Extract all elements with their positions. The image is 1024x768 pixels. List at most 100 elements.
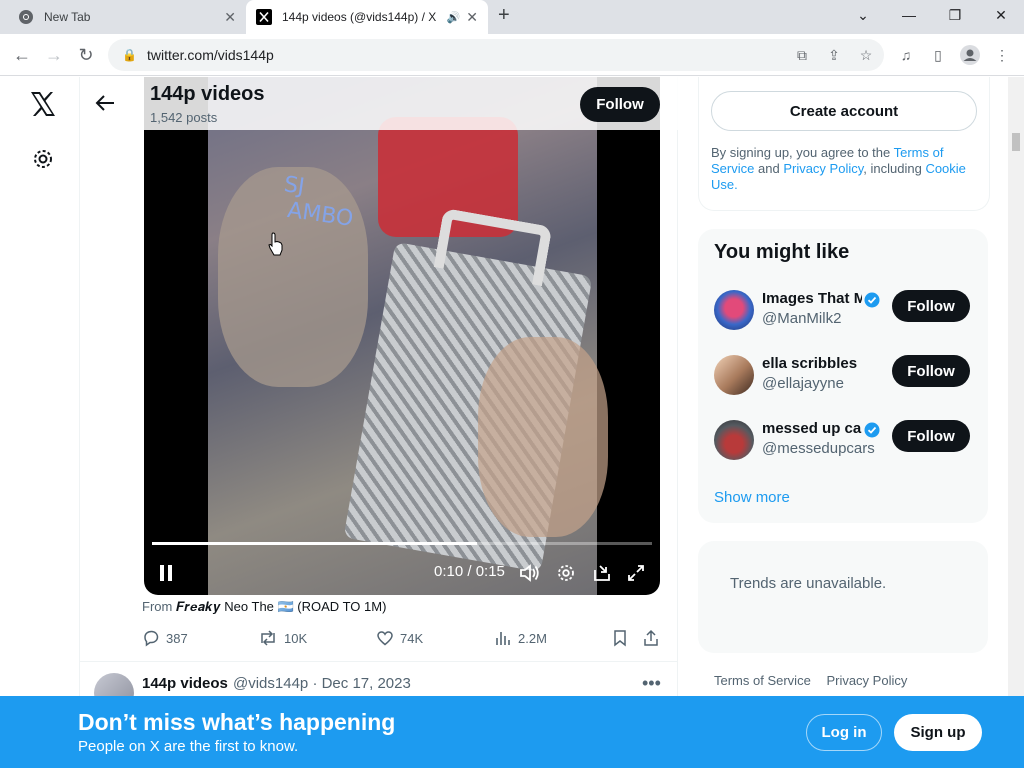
post-action-bar: 387 10K 74K 2.2M <box>142 629 662 649</box>
post-divider <box>80 661 678 662</box>
footer-privacy-link[interactable]: Privacy Policy <box>826 673 907 688</box>
back-arrow-icon[interactable]: ← <box>10 43 34 67</box>
suggested-user-name[interactable]: Images That M <box>762 290 862 307</box>
open-in-app-icon[interactable]: ⧉ <box>792 45 812 65</box>
banner-subtitle: People on X are the first to know. <box>78 738 299 755</box>
post-count: 1,542 posts <box>150 110 218 125</box>
x-logo-icon[interactable] <box>28 89 58 119</box>
close-window-button[interactable]: ✕ <box>978 0 1024 30</box>
suggested-user-name[interactable]: ella scribbles <box>762 355 872 372</box>
banner-title: Don’t miss what’s happening <box>78 709 396 735</box>
footer-terms-link[interactable]: Terms of Service <box>714 673 811 688</box>
repost-button[interactable]: 10K <box>258 629 307 647</box>
signup-button[interactable]: Sign up <box>894 714 982 751</box>
video-content-blur <box>478 337 608 537</box>
picture-in-picture-icon[interactable] <box>590 561 614 585</box>
right-sidebar: Create account By signing up, you agree … <box>678 77 1008 768</box>
trends-panel: Trends are unavailable. <box>698 541 988 653</box>
profile-header: 144p videos 1,542 posts Follow <box>80 77 678 130</box>
bookmark-button[interactable] <box>612 629 634 647</box>
views-button[interactable]: 2.2M <box>494 629 547 647</box>
video-player[interactable]: SJ AMBO 0:10 / 0:15 <box>144 77 660 595</box>
profile-avatar-icon[interactable] <box>960 45 980 65</box>
tab-title: 144p videos (@vids144p) / X <box>282 10 437 24</box>
suggested-user-name[interactable]: messed up ca <box>762 420 862 437</box>
suggested-user[interactable]: Images That M @ManMilk2 Follow <box>714 290 974 334</box>
page-scrollbar[interactable] <box>1008 77 1024 696</box>
video-source-attribution: From 𝑭𝒓𝒆𝒂𝒌𝒚 Neo The 🇦🇷 (ROAD TO 1M) <box>142 599 386 615</box>
post-author-name[interactable]: 144p videos <box>142 675 228 692</box>
signup-terms-text: By signing up, you agree to the Terms of… <box>711 145 979 193</box>
back-arrow-icon[interactable] <box>94 92 116 114</box>
from-source-link[interactable]: 𝑭𝒓𝒆𝒂𝒌𝒚 Neo The 🇦🇷 (ROAD TO 1M) <box>176 599 386 614</box>
close-tab-icon[interactable]: ✕ <box>466 9 478 26</box>
like-button[interactable]: 74K <box>376 629 423 647</box>
reply-icon <box>144 630 159 647</box>
follow-button[interactable]: Follow <box>892 355 970 387</box>
close-tab-icon[interactable]: ✕ <box>224 9 236 26</box>
more-options-icon[interactable]: ••• <box>642 673 661 694</box>
signup-card: Create account By signing up, you agree … <box>698 77 990 211</box>
suggested-user-handle: @messedupcars <box>762 440 875 457</box>
bookmark-icon <box>614 630 626 647</box>
bookmark-star-icon[interactable]: ☆ <box>856 45 876 65</box>
analytics-icon <box>496 632 510 645</box>
follow-button[interactable]: Follow <box>580 87 660 122</box>
reply-count: 387 <box>166 630 188 646</box>
video-content-blur: SJ AMBO <box>278 172 355 232</box>
new-tab-button[interactable]: + <box>498 4 510 27</box>
avatar[interactable] <box>714 290 754 330</box>
audio-playing-icon[interactable]: 🔊 <box>447 11 461 24</box>
avatar[interactable] <box>714 420 754 460</box>
share-icon <box>644 629 658 646</box>
pause-icon[interactable] <box>156 561 176 585</box>
verified-badge-icon <box>864 422 880 438</box>
video-settings-icon[interactable] <box>554 561 578 585</box>
suggested-user-handle: @ManMilk2 <box>762 310 842 327</box>
share-button[interactable] <box>642 629 666 647</box>
suggested-user[interactable]: ella scribbles @ellajayyne Follow <box>714 355 974 399</box>
left-navigation <box>0 77 80 768</box>
privacy-policy-link[interactable]: Privacy Policy <box>783 161 863 176</box>
suggested-user-handle: @ellajayyne <box>762 375 844 392</box>
media-controls-icon[interactable]: ♫ <box>896 45 916 65</box>
lock-icon[interactable]: 🔒 <box>122 48 137 62</box>
video-progress-fill <box>152 542 477 545</box>
profile-name: 144p videos <box>150 83 265 105</box>
follow-button[interactable]: Follow <box>892 420 970 452</box>
video-timestamp: 0:10 / 0:15 <box>434 563 505 580</box>
volume-icon[interactable] <box>518 561 542 585</box>
trends-unavailable-message: Trends are unavailable. <box>730 575 887 592</box>
reload-icon[interactable]: ↻ <box>74 43 98 67</box>
avatar[interactable] <box>714 355 754 395</box>
tab-new-tab[interactable]: New Tab ✕ <box>8 0 246 34</box>
minimize-button[interactable]: — <box>886 0 932 30</box>
share-icon[interactable]: ⇪ <box>824 45 844 65</box>
like-count: 74K <box>400 630 424 646</box>
side-panel-icon[interactable]: ▯ <box>928 45 948 65</box>
browser-toolbar: ← → ↻ 🔒 twitter.com/vids144p ⧉ ⇪ ☆ ♫ ▯ ⋮ <box>0 34 1024 76</box>
reply-button[interactable]: 387 <box>142 629 188 647</box>
browser-menu-icon[interactable]: ⋮ <box>992 45 1012 65</box>
sidebar-footer: Terms of Service Privacy Policy <box>714 673 919 688</box>
fullscreen-icon[interactable] <box>624 561 648 585</box>
tab-search-icon[interactable]: ⌄ <box>840 0 886 30</box>
settings-gear-icon[interactable] <box>31 147 55 171</box>
address-bar[interactable]: 🔒 twitter.com/vids144p <box>108 39 884 71</box>
you-might-like-title: You might like <box>714 241 850 263</box>
scrollbar-thumb[interactable] <box>1012 133 1020 151</box>
follow-button[interactable]: Follow <box>892 290 970 322</box>
create-account-button[interactable]: Create account <box>711 91 977 131</box>
login-button[interactable]: Log in <box>806 714 882 751</box>
video-progress-bar[interactable] <box>152 542 652 545</box>
suggested-user[interactable]: messed up ca @messedupcars Follow <box>714 420 974 464</box>
post-author-meta: @vids144p · Dec 17, 2023 <box>233 675 411 692</box>
terms-prefix: By signing up, you agree to the <box>711 145 891 160</box>
hand-cursor-icon <box>268 232 283 256</box>
terms-including: , including <box>863 161 922 176</box>
maximize-button[interactable]: ❐ <box>932 0 978 30</box>
tab-144p-videos[interactable]: 144p videos (@vids144p) / X 🔊 ✕ <box>246 0 488 34</box>
twitter-page: SJ AMBO 0:10 / 0:15 144p videos 1,542 po… <box>0 77 1024 768</box>
show-more-link[interactable]: Show more <box>714 489 790 506</box>
forward-arrow-icon[interactable]: → <box>42 43 66 67</box>
